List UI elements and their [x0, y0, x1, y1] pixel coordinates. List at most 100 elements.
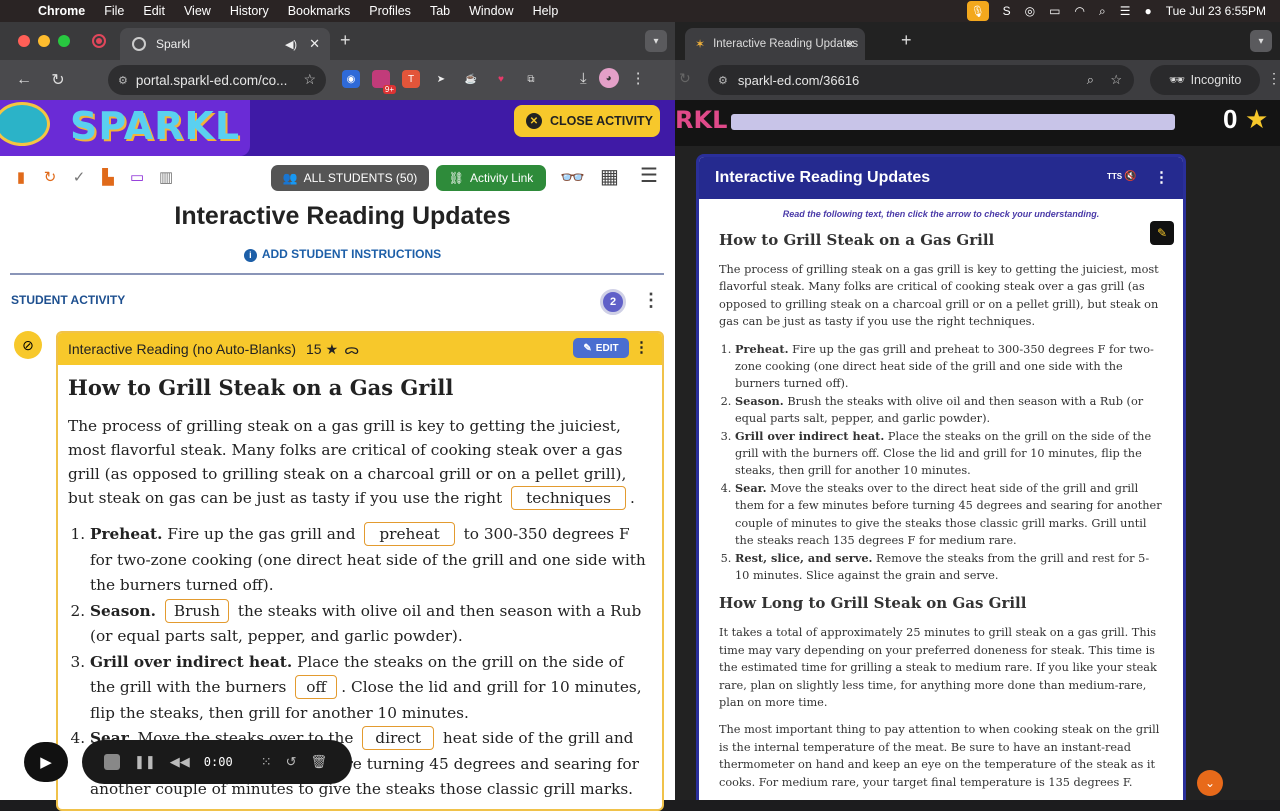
chevron-down-icon: ⌄	[1204, 776, 1216, 790]
new-tab-button[interactable]: +	[340, 30, 351, 51]
table-icon[interactable]: ▦	[600, 164, 619, 189]
menubar-clock[interactable]: Tue Jul 23 6:55PM	[1166, 4, 1266, 18]
tab-search-button[interactable]: ▾	[1250, 30, 1272, 52]
s-app-icon[interactable]: S	[1003, 4, 1011, 18]
step-text: Move the steaks over to the direct heat …	[735, 481, 1162, 548]
rewind-icon[interactable]: ◀◀	[170, 754, 190, 770]
zoom-window-button[interactable]	[58, 35, 70, 47]
airdrop-icon[interactable]: ◎	[1025, 4, 1035, 18]
restart-icon[interactable]: ↺	[286, 754, 297, 770]
macos-menubar: Chrome File Edit View History Bookmarks …	[0, 0, 1280, 22]
blank-preheat[interactable]: preheat	[364, 522, 455, 546]
camera-button[interactable]: ▶	[24, 742, 68, 782]
checkmarks-icon[interactable]: ✓	[72, 168, 86, 186]
tts-toggle[interactable]: TTS 🔇	[1107, 171, 1137, 182]
activity-link-button[interactable]: ⛓ Activity Link	[436, 165, 546, 191]
close-activity-label: CLOSE ACTIVITY	[550, 114, 654, 128]
address-bar[interactable]: ⚙ portal.sparkl-ed.com/co... ☆	[108, 65, 326, 95]
menu-help[interactable]: Help	[533, 4, 559, 18]
tts-label: TTS	[1107, 172, 1123, 181]
battery-icon[interactable]: ▭	[1049, 4, 1060, 18]
hamburger-menu-icon[interactable]: ☰	[640, 163, 658, 188]
close-tab-icon[interactable]: ✕	[309, 36, 320, 52]
stop-button[interactable]	[104, 754, 120, 770]
pause-icon[interactable]: ❚❚	[134, 754, 156, 770]
extension-icon[interactable]: ◉	[342, 70, 360, 88]
more-options-icon[interactable]: ⋮	[642, 290, 660, 311]
close-window-button[interactable]	[18, 35, 30, 47]
library-icon[interactable]: ▙	[101, 168, 115, 186]
menu-profiles[interactable]: Profiles	[369, 4, 411, 18]
microphone-icon[interactable]: 🎙	[966, 1, 989, 21]
zoom-search-icon[interactable]: ⌕	[1087, 72, 1094, 88]
coffee-extension-icon[interactable]: ☕	[462, 70, 480, 88]
menu-bookmarks[interactable]: Bookmarks	[288, 4, 351, 18]
trash-icon[interactable]: 🗑	[311, 754, 328, 770]
menu-window[interactable]: Window	[469, 4, 513, 18]
card-more-icon[interactable]: ⋮	[1154, 168, 1169, 186]
close-activity-button[interactable]: ✕ CLOSE ACTIVITY	[514, 105, 660, 137]
address-bar[interactable]: ⚙ sparkl-ed.com/36616 ⌕ ☆	[708, 65, 1134, 95]
highlighter-icon[interactable]: ✎	[1150, 221, 1174, 245]
card-more-icon[interactable]: ⋮	[634, 338, 649, 356]
map-icon[interactable]: ▥	[159, 168, 173, 186]
site-info-icon[interactable]: ⚙	[718, 74, 728, 87]
new-tab-button[interactable]: +	[901, 30, 912, 51]
blank-techniques[interactable]: techniques	[511, 486, 626, 510]
menu-chrome[interactable]: Chrome	[38, 4, 85, 18]
grid-dots-icon[interactable]: ⁙	[261, 754, 272, 770]
steps-list: Preheat. Fire up the gas grill and prehe…	[735, 341, 1163, 585]
extension-t-icon[interactable]: T	[402, 70, 420, 88]
url-text: portal.sparkl-ed.com/co...	[135, 72, 288, 88]
menu-dots-icon[interactable]: ⋮	[631, 69, 646, 87]
monitor-icon[interactable]: ▭	[130, 168, 144, 186]
site-info-icon[interactable]: ⚙	[118, 74, 128, 87]
sparkl-logo[interactable]: SPARKL	[70, 104, 240, 148]
wifi-icon[interactable]: ◠	[1074, 4, 1084, 18]
tab-interactive-reading[interactable]: ✶ Interactive Reading Updates ✕	[685, 28, 865, 60]
activity-count-badge[interactable]: 2	[600, 289, 626, 315]
tab-search-button[interactable]: ▾	[645, 30, 667, 52]
step-text: Fire up the gas grill and	[167, 525, 356, 543]
menu-history[interactable]: History	[230, 4, 269, 18]
glasses-icon[interactable]: 👓	[560, 165, 585, 190]
reload-icon[interactable]: ↻	[679, 70, 691, 87]
close-tab-icon[interactable]: ✕	[845, 37, 855, 51]
activity-link-label: Activity Link	[469, 171, 534, 185]
incognito-indicator[interactable]: 🕶 Incognito	[1150, 65, 1260, 95]
menu-view[interactable]: View	[184, 4, 211, 18]
edit-button[interactable]: ✎ EDIT	[573, 338, 629, 358]
book-icon[interactable]: ▮	[14, 168, 28, 186]
hidden-eye-icon[interactable]: ⊘	[14, 331, 42, 359]
audio-icon[interactable]: ◀)	[285, 38, 297, 51]
profile-avatar[interactable]: ◕	[598, 68, 619, 88]
all-students-button[interactable]: 👥 ALL STUDENTS (50)	[271, 165, 429, 191]
reload-icon[interactable]: ↻	[48, 70, 68, 90]
search-icon[interactable]: ⌕	[1099, 4, 1106, 19]
blank-brush[interactable]: Brush	[164, 598, 229, 623]
back-icon[interactable]: ←	[14, 71, 34, 89]
menu-file[interactable]: File	[104, 4, 124, 18]
menu-edit[interactable]: Edit	[143, 4, 165, 18]
download-icon[interactable]: ⤓	[580, 70, 587, 87]
refresh-icon[interactable]: ↻	[43, 168, 57, 186]
step-indirect-heat: Grill over indirect heat. Place the stea…	[90, 650, 652, 727]
divider	[10, 273, 664, 275]
scroll-down-button[interactable]: ⌄	[1197, 770, 1223, 796]
extension-badge-icon[interactable]: 9+	[372, 70, 396, 94]
tab-sparkl[interactable]: Sparkl ◀) ✕	[120, 28, 330, 60]
siri-icon[interactable]: ●	[1144, 4, 1151, 18]
sparkl-logo: RKL	[675, 106, 728, 134]
extension-heart-icon[interactable]: ♥	[492, 70, 510, 88]
control-center-icon[interactable]: ☰	[1120, 4, 1131, 18]
blank-off[interactable]: off	[295, 675, 338, 699]
menu-tab[interactable]: Tab	[430, 4, 450, 18]
bookmark-star-icon[interactable]: ☆	[303, 71, 316, 88]
menu-dots-icon[interactable]: ⋮	[1267, 70, 1280, 87]
add-student-instructions-link[interactable]: i ADD STUDENT INSTRUCTIONS	[0, 247, 685, 262]
blank-direct[interactable]: direct	[362, 726, 435, 750]
bookmark-star-icon[interactable]: ☆	[1110, 72, 1122, 88]
minimize-window-button[interactable]	[38, 35, 50, 47]
cursor-extension-icon[interactable]: ➤	[432, 70, 450, 88]
puzzle-icon[interactable]: ⧉	[522, 70, 540, 88]
